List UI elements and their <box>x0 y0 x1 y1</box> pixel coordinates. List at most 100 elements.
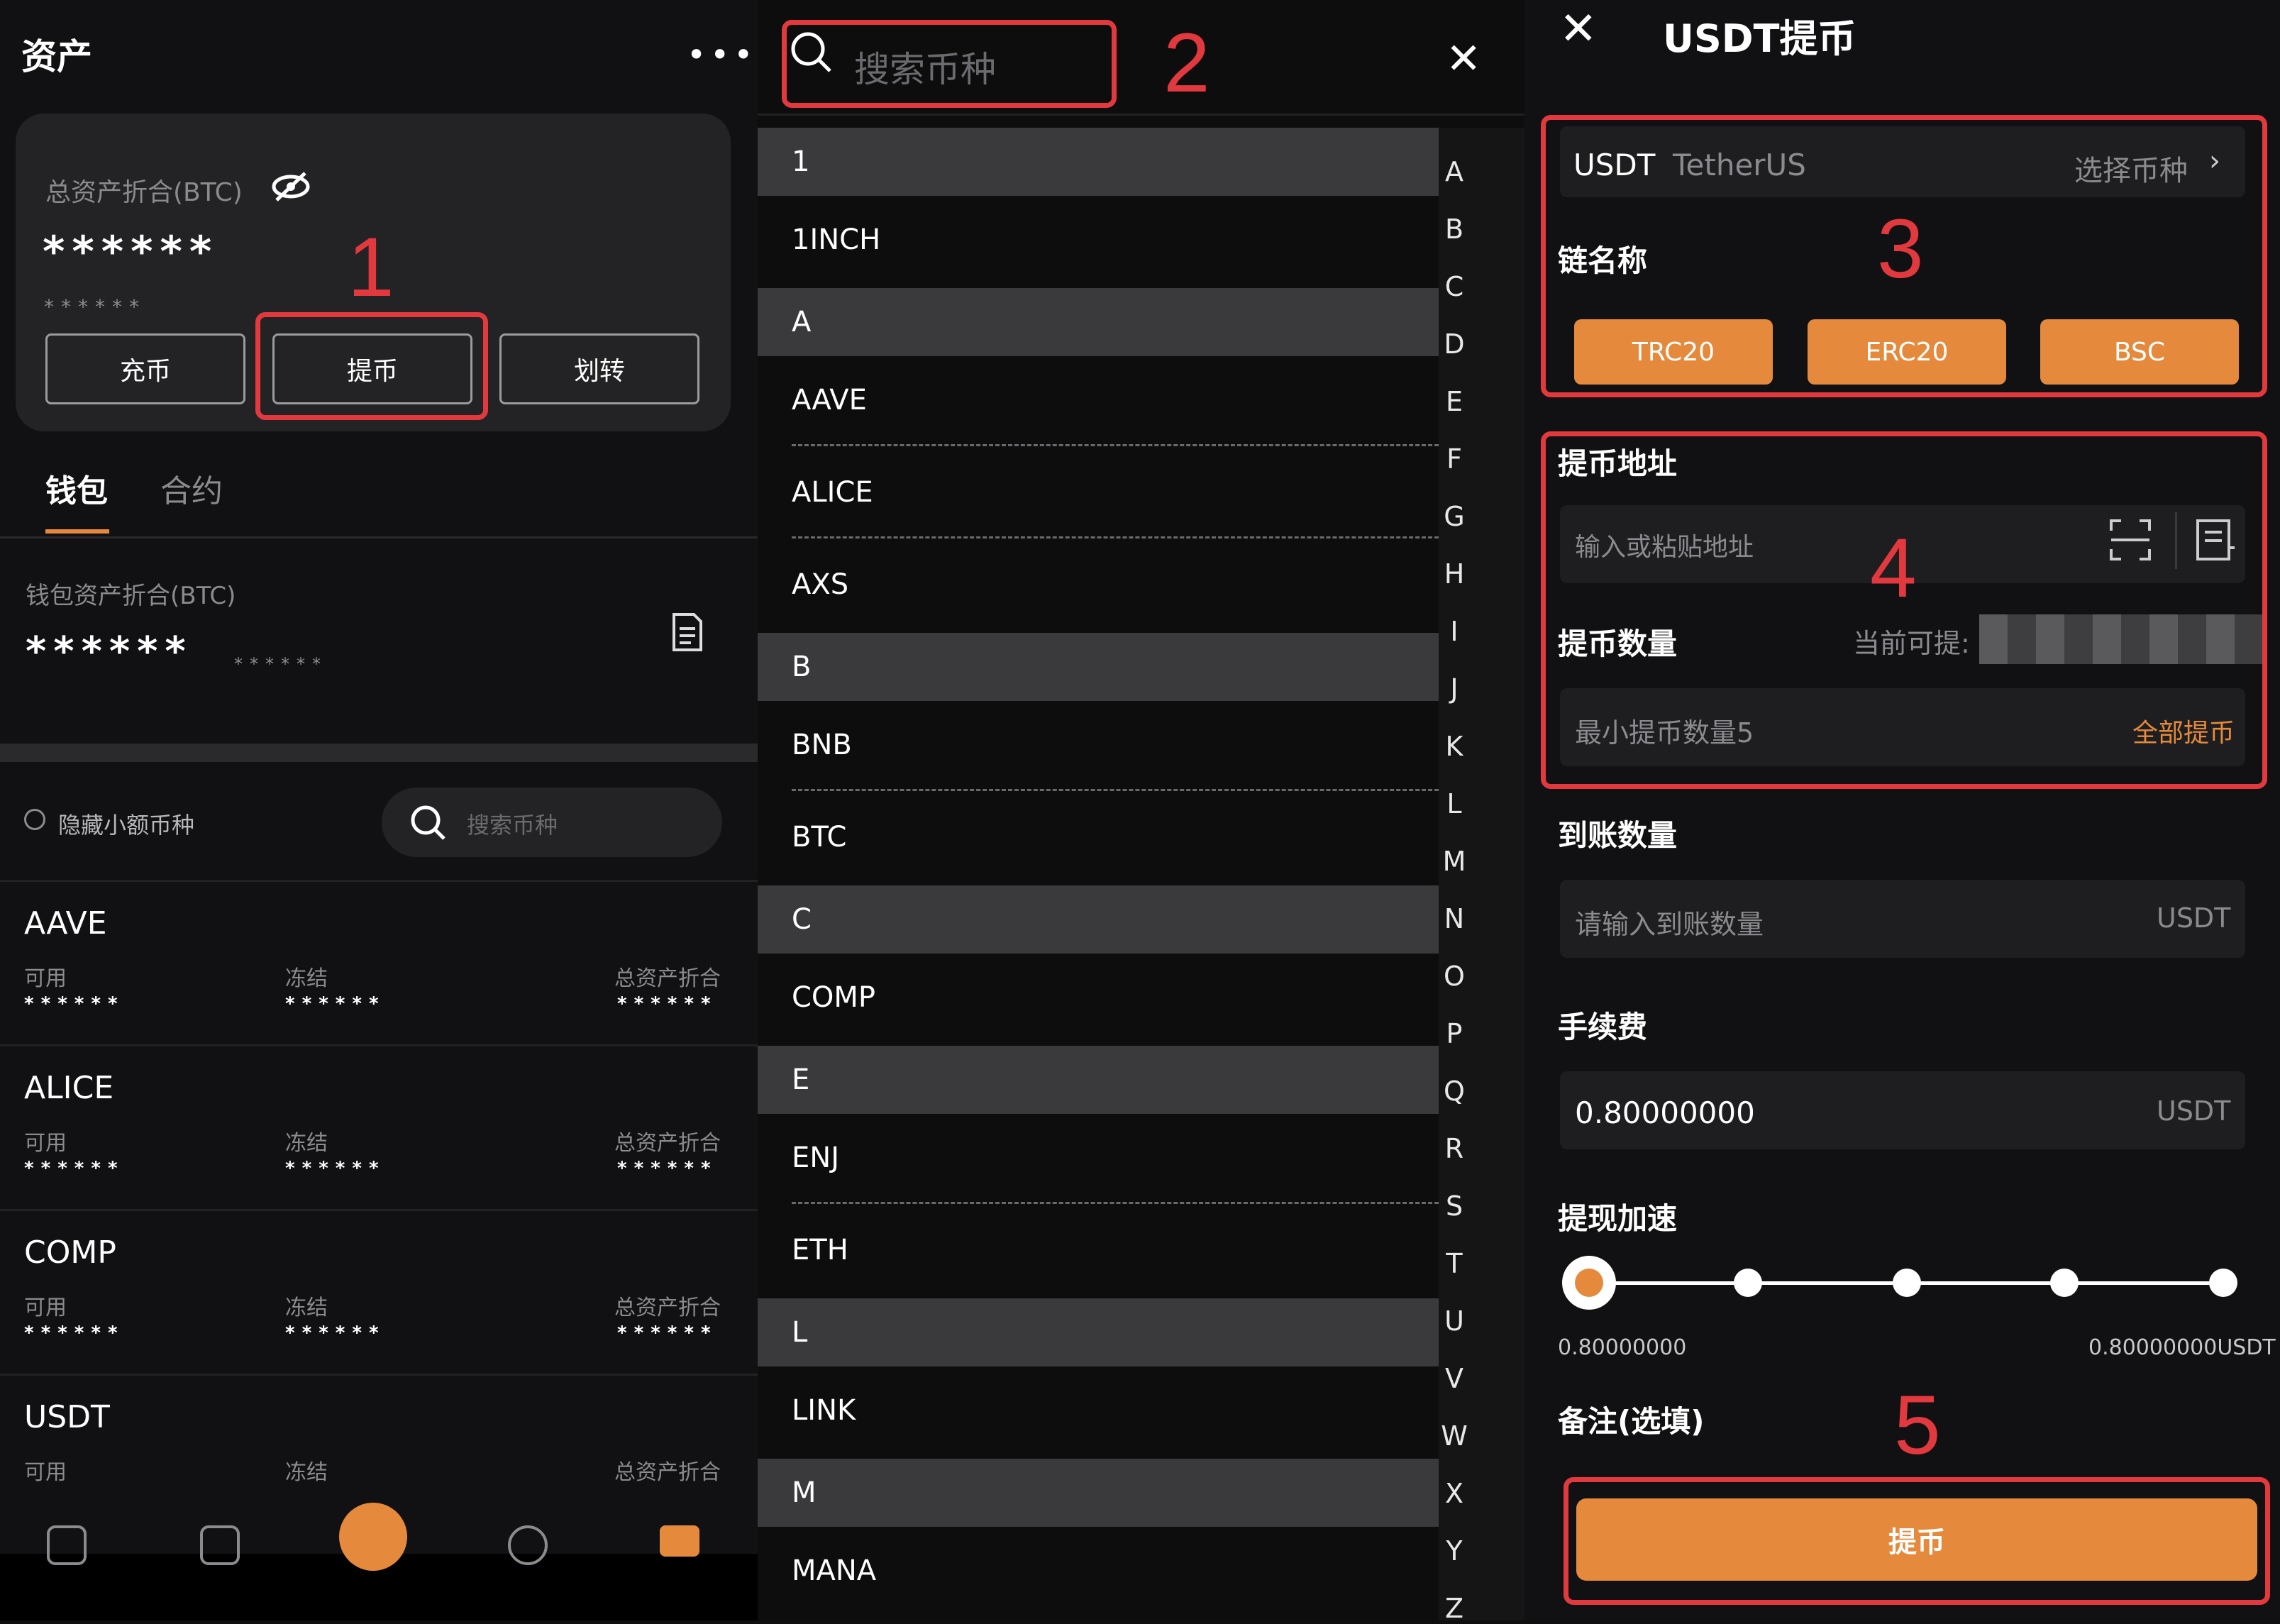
deposit-button[interactable]: 充币 <box>45 333 245 404</box>
coin-list-item[interactable]: AAVE <box>792 365 1430 436</box>
close-icon[interactable]: ✕ <box>1446 34 1481 84</box>
alpha-index-letter[interactable]: Q <box>1426 1076 1483 1107</box>
available-label: 可用 <box>24 1131 67 1156</box>
speed-slider-step[interactable] <box>1734 1269 1762 1297</box>
available-value: ****** <box>24 1322 125 1344</box>
annotation-box-2 <box>782 20 1117 108</box>
speed-slider-step[interactable] <box>2209 1269 2237 1297</box>
speed-slider-step[interactable] <box>2050 1269 2079 1297</box>
page-title: 资产 <box>21 36 92 77</box>
coin-list-item[interactable]: BNB <box>792 709 1430 780</box>
alpha-index-letter[interactable]: N <box>1426 903 1483 934</box>
alpha-index-letter[interactable]: F <box>1426 443 1483 475</box>
asset-divider <box>0 1209 758 1211</box>
alpha-index-letter[interactable]: H <box>1426 558 1483 590</box>
row-divider <box>792 536 1439 538</box>
total-label: 总资产折合 <box>614 1460 721 1485</box>
nav-market-icon[interactable] <box>200 1525 240 1565</box>
coin-list-item[interactable]: 1INCH <box>792 204 1430 275</box>
alpha-index-letter[interactable]: E <box>1426 386 1483 417</box>
total-value: ****** <box>617 1158 718 1179</box>
asset-divider <box>0 880 758 882</box>
coin-list-item[interactable]: ALICE <box>792 457 1430 528</box>
alpha-index-letter[interactable]: P <box>1426 1018 1483 1049</box>
alpha-index-letter[interactable]: S <box>1426 1191 1483 1222</box>
more-menu-icon[interactable]: ••• <box>687 35 757 74</box>
asset-name[interactable]: ALICE <box>24 1070 114 1106</box>
asset-divider <box>0 1044 758 1046</box>
available-value: ****** <box>24 1158 125 1179</box>
alpha-index-letter[interactable]: B <box>1426 214 1483 245</box>
alpha-index-letter[interactable]: R <box>1426 1133 1483 1164</box>
total-label: 总资产折合 <box>614 966 721 991</box>
alpha-index-letter[interactable]: C <box>1426 271 1483 302</box>
fee-unit: USDT <box>2157 1095 2231 1127</box>
coin-list-item[interactable]: ETH <box>792 1215 1430 1286</box>
nav-home-icon[interactable] <box>47 1525 87 1565</box>
alpha-index-letter[interactable]: T <box>1426 1248 1483 1279</box>
alpha-index-letter[interactable]: G <box>1426 501 1483 532</box>
alpha-index-letter[interactable]: A <box>1426 156 1483 187</box>
alpha-index-letter[interactable]: V <box>1426 1363 1483 1394</box>
section-header: B <box>758 633 1439 701</box>
coin-list-item[interactable]: AXS <box>792 549 1430 620</box>
tab-wallet[interactable]: 钱包 <box>45 465 108 511</box>
nav-finance-icon[interactable] <box>508 1525 548 1565</box>
assets-panel: 资产 ••• 总资产折合(BTC) ****** ****** 充币 提币 划转… <box>0 0 758 1620</box>
annotation-step-4: 4 <box>1870 521 1917 615</box>
total-assets-sub: ****** <box>44 295 146 319</box>
alpha-index-letter[interactable]: M <box>1426 846 1483 877</box>
row-divider <box>792 444 1439 446</box>
alpha-index-letter[interactable]: I <box>1426 616 1483 647</box>
asset-name[interactable]: COMP <box>24 1234 116 1271</box>
alpha-index-letter[interactable]: J <box>1426 673 1483 705</box>
wallet-assets-sub: ****** <box>234 654 328 674</box>
alpha-index-letter[interactable]: X <box>1426 1478 1483 1509</box>
annotation-step-5: 5 <box>1894 1379 1941 1472</box>
hide-small-checkbox[interactable] <box>24 809 45 830</box>
alpha-index-letter[interactable]: Y <box>1426 1535 1483 1567</box>
row-divider <box>792 1202 1439 1204</box>
nav-wallet-icon[interactable] <box>660 1525 699 1557</box>
coin-list-item[interactable]: BTC <box>792 802 1430 873</box>
speed-slider-thumb[interactable] <box>1562 1256 1616 1310</box>
close-icon[interactable]: ✕ <box>1559 3 1598 55</box>
coin-select-panel: 搜索币种 ✕ 1 1INCH A AAVE ALICE AXS B BNB BTC C COMP E E… <box>758 0 1524 1620</box>
alpha-index-letter[interactable]: K <box>1426 731 1483 762</box>
speed-thumb-dot <box>1575 1269 1603 1297</box>
speed-label: 提现加速 <box>1558 1201 1678 1236</box>
section-header: 1 <box>758 128 1439 196</box>
search-icon <box>411 805 446 840</box>
hide-small-label: 隐藏小额币种 <box>58 812 195 839</box>
frozen-label: 冻结 <box>285 1131 328 1156</box>
tab-contract[interactable]: 合约 <box>160 465 223 511</box>
speed-slider-step[interactable] <box>1893 1269 1921 1297</box>
coin-list-item[interactable]: ENJ <box>792 1122 1430 1193</box>
asset-search-input[interactable]: 搜索币种 <box>382 788 722 857</box>
records-icon[interactable] <box>670 612 705 656</box>
annotation-step-3: 3 <box>1877 202 1924 296</box>
tab-divider <box>0 536 758 538</box>
withdraw-title: USDT提币 <box>1663 16 1856 61</box>
annotation-step-1: 1 <box>348 221 394 314</box>
coin-list-item[interactable]: MANA <box>792 1535 1430 1606</box>
coin-list-item[interactable]: COMP <box>792 962 1430 1033</box>
annotation-step-2: 2 <box>1163 16 1210 110</box>
coin-list-item[interactable]: LINK <box>792 1375 1430 1446</box>
nav-trade-icon[interactable] <box>339 1503 407 1571</box>
alpha-index-letter[interactable]: U <box>1426 1305 1483 1337</box>
alpha-index-letter[interactable]: Z <box>1426 1593 1483 1624</box>
transfer-button[interactable]: 划转 <box>499 333 699 404</box>
frozen-value: ****** <box>285 1158 386 1179</box>
speed-min: 0.80000000 <box>1558 1335 1687 1360</box>
asset-name[interactable]: AAVE <box>24 905 107 941</box>
alpha-index-letter[interactable]: L <box>1426 788 1483 819</box>
asset-name[interactable]: USDT <box>24 1399 110 1435</box>
alpha-index-letter[interactable]: W <box>1426 1420 1483 1452</box>
arrival-unit: USDT <box>2157 902 2231 934</box>
frozen-value: ****** <box>285 1322 386 1344</box>
eye-off-icon[interactable] <box>270 169 312 207</box>
alpha-index-letter[interactable]: D <box>1426 328 1483 360</box>
alpha-index-letter[interactable]: O <box>1426 961 1483 992</box>
frozen-label: 冻结 <box>285 1460 328 1485</box>
